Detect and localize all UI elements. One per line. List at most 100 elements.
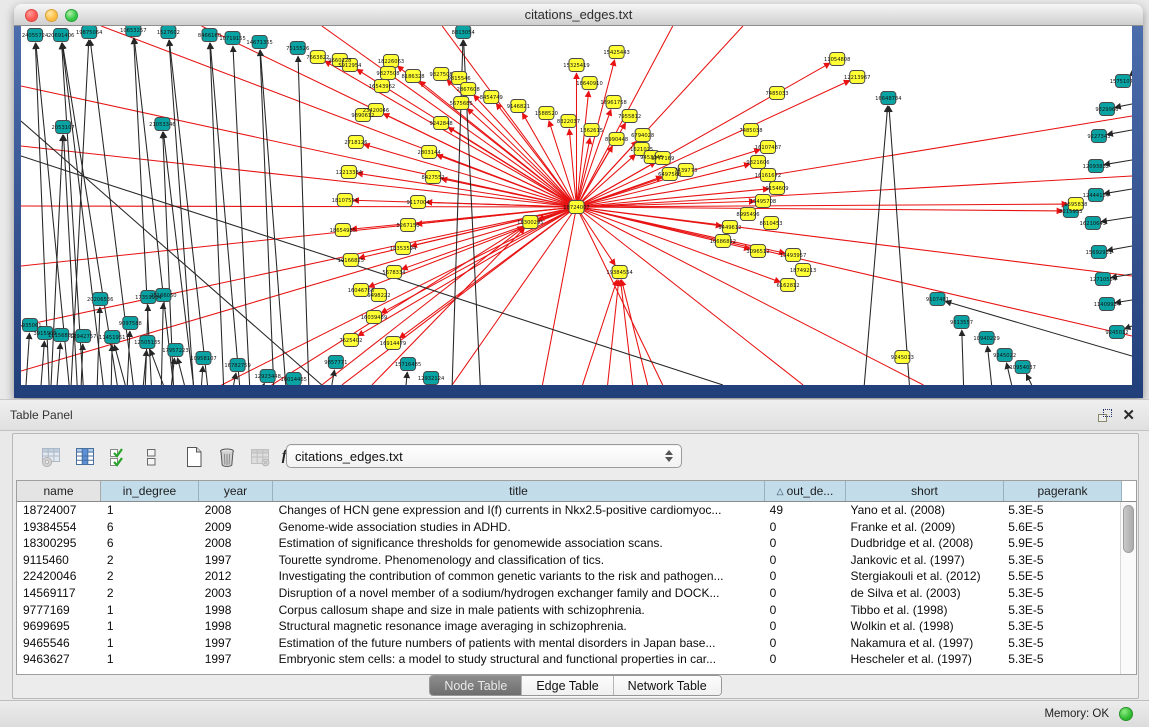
column-header-pagerank[interactable]: pagerank xyxy=(1004,481,1122,501)
cell-pagerank[interactable]: 5.5E-5 xyxy=(1002,568,1120,585)
select-rows-button[interactable] xyxy=(105,444,131,470)
table-settings-button[interactable] xyxy=(39,444,65,470)
delete-table-button[interactable] xyxy=(214,444,240,470)
table-row[interactable]: 1456911722003Disruption of a novel membe… xyxy=(17,585,1120,602)
cell-title[interactable]: Tourette syndrome. Phenomenology and cla… xyxy=(273,552,764,569)
cell-name[interactable]: 18300295 xyxy=(17,535,101,552)
cell-title[interactable]: Estimation of the future numbers of pati… xyxy=(273,635,764,652)
cell-pagerank[interactable]: 5.3E-5 xyxy=(1002,651,1120,668)
cell-short[interactable]: Yano et al. (2008) xyxy=(845,502,1003,519)
table-row[interactable]: 1872400712008Changes of HCN gene express… xyxy=(17,502,1120,519)
tab-edge-table[interactable]: Edge Table xyxy=(522,676,613,695)
cell-year[interactable]: 2003 xyxy=(199,585,273,602)
table-row[interactable]: 946554611997Estimation of the future num… xyxy=(17,635,1120,652)
network-canvas[interactable]: 2405572420691406198750641065325715276028… xyxy=(21,26,1132,385)
column-header-name[interactable]: name xyxy=(17,481,101,501)
cell-name[interactable]: 9777169 xyxy=(17,602,101,619)
cell-year[interactable]: 2009 xyxy=(199,519,273,536)
cell-in_degree[interactable]: 1 xyxy=(101,651,199,668)
cell-in_degree[interactable]: 6 xyxy=(101,519,199,536)
cell-in_degree[interactable]: 1 xyxy=(101,618,199,635)
cell-title[interactable]: Genome-wide association studies in ADHD. xyxy=(273,519,764,536)
cell-year[interactable]: 2008 xyxy=(199,535,273,552)
new-table-button[interactable] xyxy=(181,444,207,470)
cell-in_degree[interactable]: 2 xyxy=(101,585,199,602)
cell-name[interactable]: 9115460 xyxy=(17,552,101,569)
cell-out_degree[interactable]: 0 xyxy=(764,651,845,668)
tab-node-table[interactable]: Node Table xyxy=(430,676,522,695)
float-panel-icon[interactable] xyxy=(1098,409,1112,422)
show-columns-button[interactable] xyxy=(72,444,98,470)
column-header-in_degree[interactable]: in_degree xyxy=(101,481,199,501)
cell-pagerank[interactable]: 5.3E-5 xyxy=(1002,635,1120,652)
cell-title[interactable]: Investigating the contribution of common… xyxy=(273,568,764,585)
cell-short[interactable]: Tibbo et al. (1998) xyxy=(845,602,1003,619)
cell-year[interactable]: 1998 xyxy=(199,602,273,619)
cell-title[interactable]: Structural magnetic resonance image aver… xyxy=(273,618,764,635)
cell-short[interactable]: de Silva et al. (2003) xyxy=(845,585,1003,602)
close-panel-icon[interactable]: ✕ xyxy=(1122,408,1135,423)
cell-in_degree[interactable]: 2 xyxy=(101,552,199,569)
cell-pagerank[interactable]: 5.6E-5 xyxy=(1002,519,1120,536)
cell-year[interactable]: 1997 xyxy=(199,552,273,569)
close-window-button[interactable] xyxy=(25,9,38,22)
cell-in_degree[interactable]: 6 xyxy=(101,535,199,552)
cell-short[interactable]: Dudbridge et al. (2008) xyxy=(845,535,1003,552)
cell-pagerank[interactable]: 5.3E-5 xyxy=(1002,552,1120,569)
cell-title[interactable]: Changes of HCN gene expression and I(f) … xyxy=(273,502,764,519)
cell-title[interactable]: Disruption of a novel member of a sodium… xyxy=(273,585,764,602)
cell-name[interactable]: 22420046 xyxy=(17,568,101,585)
cell-in_degree[interactable]: 1 xyxy=(101,635,199,652)
column-header-out_degree[interactable]: △out_de... xyxy=(765,481,846,501)
cell-pagerank[interactable]: 5.3E-5 xyxy=(1002,585,1120,602)
cell-out_degree[interactable]: 0 xyxy=(764,535,845,552)
window-titlebar[interactable]: citations_edges.txt xyxy=(14,4,1143,26)
edit-rows-button[interactable] xyxy=(138,444,164,470)
table-scrollbar[interactable] xyxy=(1120,502,1136,674)
cell-in_degree[interactable]: 1 xyxy=(101,602,199,619)
cell-year[interactable]: 1998 xyxy=(199,618,273,635)
cell-out_degree[interactable]: 0 xyxy=(764,552,845,569)
cell-title[interactable]: Corpus callosum shape and size in male p… xyxy=(273,602,764,619)
cell-out_degree[interactable]: 0 xyxy=(764,585,845,602)
cell-short[interactable]: Franke et al. (2009) xyxy=(845,519,1003,536)
cell-out_degree[interactable]: 0 xyxy=(764,568,845,585)
cell-out_degree[interactable]: 0 xyxy=(764,635,845,652)
cell-out_degree[interactable]: 0 xyxy=(764,519,845,536)
table-row[interactable]: 911546021997Tourette syndrome. Phenomeno… xyxy=(17,552,1120,569)
cell-out_degree[interactable]: 49 xyxy=(764,502,845,519)
table-row[interactable]: 969969511998Structural magnetic resonanc… xyxy=(17,618,1120,635)
minimize-window-button[interactable] xyxy=(45,9,58,22)
cell-pagerank[interactable]: 5.3E-5 xyxy=(1002,502,1120,519)
table-row[interactable]: 1938455462009Genome-wide association stu… xyxy=(17,519,1120,536)
cell-short[interactable]: Stergiakouli et al. (2012) xyxy=(845,568,1003,585)
table-row[interactable]: 946362711997Embryonic stem cells: a mode… xyxy=(17,651,1120,668)
column-header-title[interactable]: title xyxy=(273,481,765,501)
table-row[interactable]: 2242004622012Investigating the contribut… xyxy=(17,568,1120,585)
cell-short[interactable]: Nakamura et al. (1997) xyxy=(845,635,1003,652)
cell-year[interactable]: 1997 xyxy=(199,635,273,652)
cell-pagerank[interactable]: 5.3E-5 xyxy=(1002,602,1120,619)
column-header-year[interactable]: year xyxy=(199,481,273,501)
cell-in_degree[interactable]: 2 xyxy=(101,568,199,585)
column-header-short[interactable]: short xyxy=(846,481,1004,501)
scrollbar-thumb[interactable] xyxy=(1123,505,1134,553)
table-row[interactable]: 1830029562008Estimation of significance … xyxy=(17,535,1120,552)
cell-year[interactable]: 1997 xyxy=(199,651,273,668)
table-selector-dropdown[interactable]: citations_edges.txt xyxy=(286,444,682,468)
zoom-window-button[interactable] xyxy=(65,9,78,22)
cell-name[interactable]: 18724007 xyxy=(17,502,101,519)
cell-name[interactable]: 9699695 xyxy=(17,618,101,635)
cell-short[interactable]: Wolkin et al. (1998) xyxy=(845,618,1003,635)
cell-name[interactable]: 19384554 xyxy=(17,519,101,536)
cell-in_degree[interactable]: 1 xyxy=(101,502,199,519)
cell-name[interactable]: 14569117 xyxy=(17,585,101,602)
cell-out_degree[interactable]: 0 xyxy=(764,618,845,635)
cell-title[interactable]: Embryonic stem cells: a model to study s… xyxy=(273,651,764,668)
table-row[interactable]: 977716911998Corpus callosum shape and si… xyxy=(17,602,1120,619)
cell-year[interactable]: 2012 xyxy=(199,568,273,585)
cell-pagerank[interactable]: 5.9E-5 xyxy=(1002,535,1120,552)
network-view[interactable]: 2405572420691406198750641065325715276028… xyxy=(21,26,1132,385)
cell-title[interactable]: Estimation of significance thresholds fo… xyxy=(273,535,764,552)
cell-short[interactable]: Jankovic et al. (1997) xyxy=(845,552,1003,569)
